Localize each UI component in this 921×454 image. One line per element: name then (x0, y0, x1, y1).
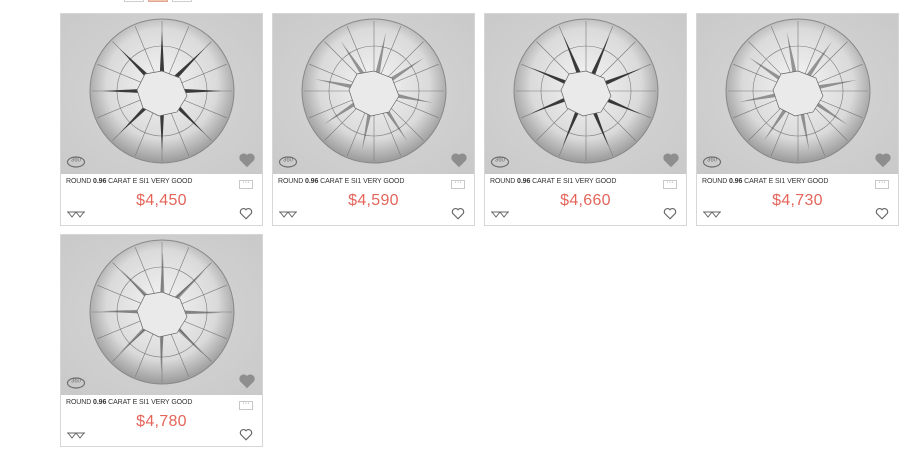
cut-text: VERY GOOD (787, 178, 829, 185)
shape-text: ROUND (66, 178, 92, 185)
list-view-button[interactable] (172, 0, 192, 2)
shape-text: ROUND (66, 399, 92, 406)
color-clarity-text: E SI1 (768, 178, 786, 185)
360-view-icon[interactable]: 360 (702, 153, 722, 169)
carat-label: CARAT (108, 399, 131, 406)
price: $4,590 (348, 192, 399, 209)
diamond-image[interactable]: 360 (61, 14, 262, 174)
grid-view-active-button[interactable] (148, 0, 168, 2)
shape-text: ROUND (490, 178, 516, 185)
svg-text:360: 360 (283, 158, 294, 164)
diamond-image[interactable]: 360 (697, 14, 898, 174)
more-icon[interactable]: ··· (239, 400, 253, 410)
heart-outline-icon[interactable] (239, 207, 253, 220)
diamond-description: ROUND 0.96 CARAT E SI1 VERY GOOD (702, 178, 828, 185)
view-toggle (124, 0, 192, 2)
diamond-image[interactable]: 360 (485, 14, 686, 174)
carat-value: 0.96 (305, 178, 319, 185)
diamond-description: ROUND 0.96 CARAT E SI1 VERY GOOD (490, 178, 616, 185)
diamond-description: ROUND 0.96 CARAT E SI1 VERY GOOD (278, 178, 404, 185)
diamond-image-graphic (513, 18, 659, 164)
shape-text: ROUND (278, 178, 304, 185)
heart-outline-icon[interactable] (875, 207, 889, 220)
cut-text: VERY GOOD (151, 399, 193, 406)
color-clarity-text: E SI1 (344, 178, 362, 185)
carat-label: CARAT (320, 178, 343, 185)
carat-label: CARAT (744, 178, 767, 185)
heart-icon (663, 153, 679, 168)
cut-text: VERY GOOD (575, 178, 617, 185)
360-view-icon[interactable]: 360 (490, 153, 510, 169)
heart-icon (239, 153, 255, 168)
cut-text: VERY GOOD (151, 178, 193, 185)
compare-icon[interactable] (702, 209, 722, 219)
heart-outline-icon[interactable] (239, 428, 253, 441)
diamond-card-5[interactable]: 360 ROUND 0.96 CARAT E SI1 VERY GOOD ···… (60, 234, 263, 447)
carat-label: CARAT (532, 178, 555, 185)
price: $4,780 (136, 413, 187, 430)
diamond-image[interactable]: 360 (61, 235, 262, 395)
heart-icon (875, 153, 891, 168)
price: $4,450 (136, 192, 187, 209)
diamond-image[interactable]: 360 (273, 14, 474, 174)
360-view-icon[interactable]: 360 (66, 153, 86, 169)
grid-view-button[interactable] (124, 0, 144, 2)
diamond-card-1[interactable]: 360 ROUND 0.96 CARAT E SI1 VERY GOOD ···… (60, 13, 263, 226)
price: $4,730 (772, 192, 823, 209)
more-icon[interactable]: ··· (239, 179, 253, 189)
shape-text: ROUND (702, 178, 728, 185)
price: $4,660 (560, 192, 611, 209)
compare-icon[interactable] (66, 430, 86, 440)
diamond-image-graphic (89, 18, 235, 164)
diamond-description: ROUND 0.96 CARAT E SI1 VERY GOOD (66, 399, 192, 406)
svg-text:360: 360 (707, 158, 718, 164)
carat-value: 0.96 (729, 178, 743, 185)
diamond-description: ROUND 0.96 CARAT E SI1 VERY GOOD (66, 178, 192, 185)
diamond-image-graphic (725, 18, 871, 164)
compare-icon[interactable] (490, 209, 510, 219)
360-view-icon[interactable]: 360 (66, 374, 86, 390)
compare-icon[interactable] (278, 209, 298, 219)
heart-icon (451, 153, 467, 168)
color-clarity-text: E SI1 (556, 178, 574, 185)
svg-text:360: 360 (495, 158, 506, 164)
diamond-card-4[interactable]: 360 ROUND 0.96 CARAT E SI1 VERY GOOD ···… (696, 13, 899, 226)
carat-value: 0.96 (517, 178, 531, 185)
diamond-image-graphic (89, 239, 235, 385)
color-clarity-text: E SI1 (132, 178, 150, 185)
compare-icon[interactable] (66, 209, 86, 219)
carat-value: 0.96 (93, 178, 107, 185)
carat-label: CARAT (108, 178, 131, 185)
heart-outline-icon[interactable] (663, 207, 677, 220)
cut-text: VERY GOOD (363, 178, 405, 185)
svg-text:360: 360 (71, 379, 82, 385)
diamond-card-3[interactable]: 360 ROUND 0.96 CARAT E SI1 VERY GOOD ···… (484, 13, 687, 226)
360-view-icon[interactable]: 360 (278, 153, 298, 169)
more-icon[interactable]: ··· (663, 179, 677, 189)
heart-outline-icon[interactable] (451, 207, 465, 220)
heart-icon (239, 374, 255, 389)
diamond-card-2[interactable]: 360 ROUND 0.96 CARAT E SI1 VERY GOOD ···… (272, 13, 475, 226)
more-icon[interactable]: ··· (875, 179, 889, 189)
svg-text:360: 360 (71, 158, 82, 164)
more-icon[interactable]: ··· (451, 179, 465, 189)
carat-value: 0.96 (93, 399, 107, 406)
color-clarity-text: E SI1 (132, 399, 150, 406)
diamond-image-graphic (301, 18, 447, 164)
